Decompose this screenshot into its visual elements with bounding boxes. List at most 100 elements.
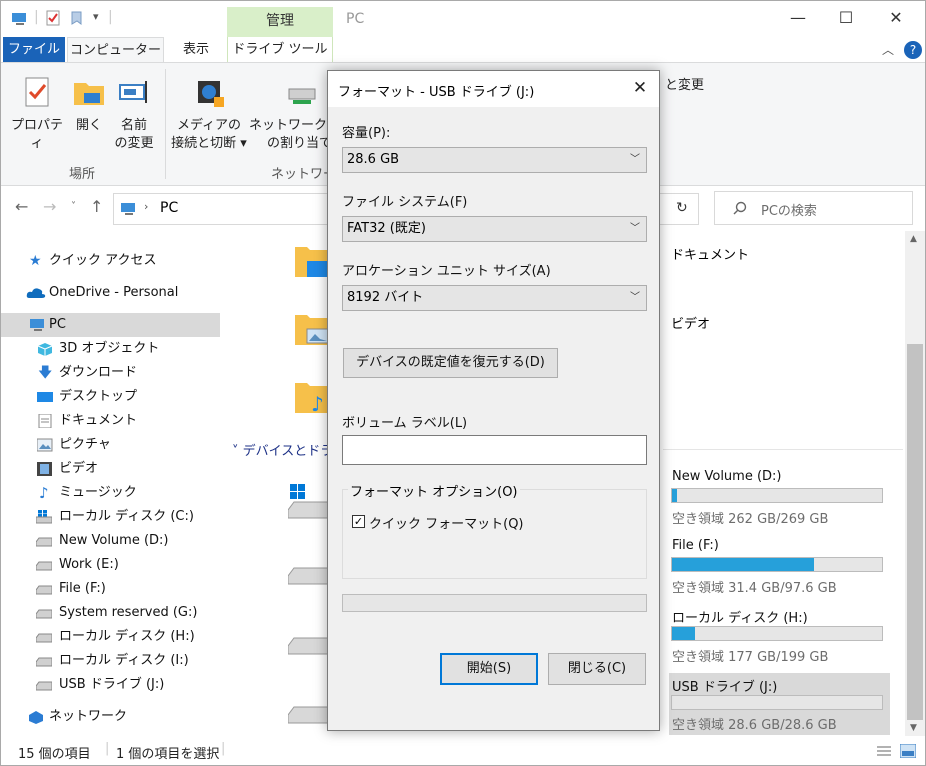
address-path[interactable]: PC — [160, 200, 178, 216]
nav-pc[interactable]: PC — [1, 313, 220, 337]
filesystem-select[interactable]: FAT32 (既定) ﹀ — [342, 216, 647, 242]
music-note-icon: ♪ — [39, 484, 49, 502]
minimize-button[interactable]: — — [775, 1, 821, 37]
properties-quick-icon[interactable] — [45, 10, 61, 26]
pc-icon — [121, 203, 135, 215]
nav-drive-d[interactable]: New Volume (D:) — [1, 529, 220, 553]
cloud-icon — [26, 288, 46, 298]
pictures-folder-icon[interactable] — [293, 309, 331, 347]
drive-usage-fill — [672, 489, 678, 502]
nav-drive-c[interactable]: ローカル ディスク (C:) — [1, 505, 220, 529]
manage-context-tab[interactable]: 管理 — [227, 7, 333, 37]
map-network-drive-button[interactable]: ネットワーク ド の割り当て — [249, 75, 344, 153]
media-connect-button[interactable]: メディアの 接続と切断 ▾ — [171, 75, 247, 153]
forward-arrow-icon[interactable]: → — [43, 197, 56, 216]
drive-usage-bar-d — [671, 488, 883, 503]
open-button[interactable]: 開く — [69, 75, 109, 135]
rename-label-line1: 名前 — [120, 118, 147, 133]
nav-drive-e[interactable]: Work (E:) — [1, 553, 220, 577]
folder-label-videos[interactable]: ビデオ — [671, 313, 710, 332]
drive-name-f[interactable]: File (F:) — [672, 538, 719, 553]
drive-icon[interactable] — [288, 636, 328, 656]
nav-label: ネットワーク — [49, 709, 128, 724]
properties-button[interactable]: プロパティ — [7, 75, 67, 153]
ribbon-tabs: ファイル コンピューター 表示 ドライブ ツール ︿ ? — [1, 37, 925, 63]
customize-quick-access-icon[interactable]: ▾ — [93, 10, 99, 23]
folder-label-documents[interactable]: ドキュメント — [671, 244, 749, 263]
nav-drive-f[interactable]: File (F:) — [1, 577, 220, 601]
collapse-ribbon-icon[interactable]: ︿ — [882, 41, 894, 58]
properties-icon — [25, 77, 49, 107]
nav-pictures[interactable]: ピクチャ — [1, 433, 220, 457]
drive-usage-fill — [672, 558, 815, 571]
desktop-folder-icon[interactable] — [293, 241, 331, 279]
nav-label: ピクチャ — [59, 437, 111, 452]
separator: | — [105, 741, 110, 756]
start-button[interactable]: 開始(S) — [440, 653, 538, 685]
filesystem-value: FAT32 (既定) — [347, 221, 426, 236]
windows-drive-icon — [36, 510, 52, 524]
nav-quick-access[interactable]: ★ クイック アクセス — [1, 249, 220, 273]
breadcrumb-chevron-icon[interactable]: › — [144, 200, 148, 213]
capacity-value: 28.6 GB — [347, 152, 400, 167]
drive-usage-fill — [672, 627, 696, 640]
scroll-down-arrow-icon[interactable]: ▼ — [910, 723, 917, 733]
nav-desktop[interactable]: デスクトップ — [1, 385, 220, 409]
drive-icon[interactable] — [288, 566, 328, 586]
tab-drive-tools[interactable]: ドライブ ツール — [227, 37, 333, 63]
drive-name-h[interactable]: ローカル ディスク (H:) — [672, 607, 808, 626]
nav-3d-objects[interactable]: 3D オブジェクト — [1, 337, 220, 361]
windows-drive-icon[interactable] — [288, 484, 328, 520]
maximize-button[interactable]: ☐ — [823, 1, 869, 37]
restore-defaults-button[interactable]: デバイスの既定値を復元する(D) — [343, 348, 558, 378]
open-label: 開く — [75, 118, 102, 133]
search-box[interactable]: PCの検索 — [714, 191, 913, 225]
nav-drive-j[interactable]: USB ドライブ (J:) — [1, 673, 220, 697]
nav-onedrive[interactable]: OneDrive - Personal — [1, 281, 220, 305]
large-icons-view-icon[interactable] — [900, 744, 916, 758]
desktop-icon — [37, 392, 53, 402]
network-label-line2: の割り当て — [267, 136, 333, 151]
nav-drive-g[interactable]: System reserved (G:) — [1, 601, 220, 625]
details-view-icon[interactable] — [877, 745, 891, 757]
volume-label-input[interactable] — [342, 435, 647, 465]
nav-downloads[interactable]: 🡇 ダウンロード — [1, 361, 220, 385]
allocation-size-select[interactable]: 8192 バイト ﹀ — [342, 285, 647, 311]
scrollbar-thumb[interactable] — [907, 344, 923, 720]
drive-icon[interactable] — [288, 705, 328, 725]
capacity-select[interactable]: 28.6 GB ﹀ — [342, 147, 647, 173]
quick-format-label[interactable]: クイック フォーマット(Q) — [369, 513, 524, 532]
drive-name-j[interactable]: USB ドライブ (J:) — [672, 676, 777, 695]
cube-icon — [37, 343, 53, 356]
quick-format-checkbox[interactable]: ✓ — [352, 515, 365, 528]
recent-locations-chevron-icon[interactable]: ˅ — [71, 201, 76, 212]
nav-music[interactable]: ♪ ミュージック — [1, 481, 220, 505]
refresh-icon[interactable]: ↻ — [676, 200, 688, 216]
rename-button[interactable]: 名前 の変更 — [111, 75, 157, 153]
close-dialog-button[interactable]: 閉じる(C) — [548, 653, 646, 685]
tab-computer[interactable]: コンピューター — [67, 37, 164, 63]
nav-documents[interactable]: ドキュメント — [1, 409, 220, 433]
chevron-down-icon: ﹀ — [630, 223, 640, 234]
back-arrow-icon[interactable]: ← — [15, 197, 28, 216]
format-progress-bar — [342, 594, 647, 612]
scroll-up-arrow-icon[interactable]: ▲ — [910, 234, 917, 244]
tab-file[interactable]: ファイル — [3, 37, 65, 63]
usb-drive-icon — [36, 681, 52, 691]
drive-name-d[interactable]: New Volume (D:) — [672, 469, 782, 484]
close-button[interactable]: ✕ — [873, 1, 919, 37]
tab-view[interactable]: 表示 — [168, 37, 224, 63]
music-folder-icon[interactable]: ♪ — [293, 377, 331, 415]
nav-network[interactable]: ネットワーク — [1, 705, 220, 729]
nav-drive-h[interactable]: ローカル ディスク (H:) — [1, 625, 220, 649]
up-arrow-icon[interactable]: ↑ — [90, 197, 103, 216]
help-icon[interactable]: ? — [904, 41, 922, 59]
nav-drive-i[interactable]: ローカル ディスク (I:) — [1, 649, 220, 673]
search-icon — [733, 201, 747, 215]
dialog-close-icon[interactable]: ✕ — [628, 76, 652, 100]
pc-icon — [12, 13, 26, 25]
new-folder-quick-icon[interactable] — [69, 10, 85, 26]
nav-videos[interactable]: ビデオ — [1, 457, 220, 481]
group-location-label: 場所 — [69, 167, 96, 182]
change-button-label[interactable]: と変更 — [665, 77, 704, 95]
